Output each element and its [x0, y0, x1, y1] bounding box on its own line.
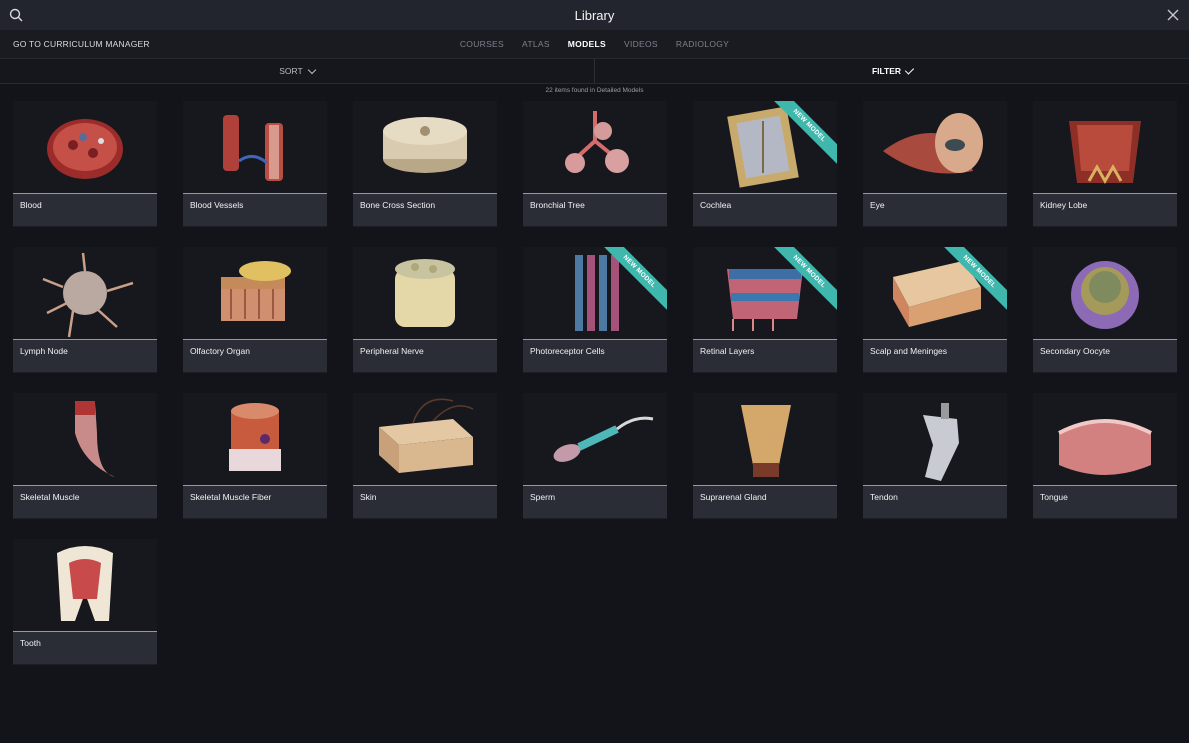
model-card-cochlea[interactable]: NEW MODEL Cochlea: [693, 101, 837, 227]
model-thumbnail: [1033, 101, 1177, 194]
model-card-label: Retinal Layers: [693, 340, 837, 372]
model-thumbnail: [353, 393, 497, 486]
model-card-label: Kidney Lobe: [1033, 194, 1177, 226]
model-card-bronchial-tree[interactable]: Bronchial Tree: [523, 101, 667, 227]
sort-button[interactable]: SORT: [0, 59, 594, 83]
results-count: 22 items found in Detailed Models: [545, 87, 644, 94]
model-thumbnail: [693, 393, 837, 486]
model-thumbnail: [863, 247, 1007, 340]
model-card-sperm[interactable]: Sperm: [523, 393, 667, 519]
model-card-label: Bronchial Tree: [523, 194, 667, 226]
model-card-suprarenal-gland[interactable]: Suprarenal Gland: [693, 393, 837, 519]
model-card-eye[interactable]: Eye: [863, 101, 1007, 227]
model-card-label: Skin: [353, 486, 497, 518]
model-card-bone-cross-section[interactable]: Bone Cross Section: [353, 101, 497, 227]
page-title: Library: [574, 7, 615, 23]
search-icon[interactable]: [8, 7, 24, 23]
title-bar: Library: [0, 0, 1189, 30]
model-thumbnail: [183, 101, 327, 194]
model-thumbnail: [13, 539, 157, 632]
checkmark-icon: [904, 64, 915, 75]
model-card-label: Secondary Oocyte: [1033, 340, 1177, 372]
model-thumbnail: [13, 101, 157, 194]
model-thumbnail: [1033, 393, 1177, 486]
model-thumbnail: [523, 101, 667, 194]
model-card-label: Olfactory Organ: [183, 340, 327, 372]
model-card-label: Eye: [863, 194, 1007, 226]
tab-models[interactable]: MODELS: [568, 39, 606, 49]
model-card-olfactory-organ[interactable]: Olfactory Organ: [183, 247, 327, 373]
model-card-kidney-lobe[interactable]: Kidney Lobe: [1033, 101, 1177, 227]
model-thumbnail: [13, 247, 157, 340]
model-card-retinal-layers[interactable]: NEW MODEL Retinal Layers: [693, 247, 837, 373]
model-card-label: Sperm: [523, 486, 667, 518]
model-card-label: Lymph Node: [13, 340, 157, 372]
model-card-label: Blood Vessels: [183, 194, 327, 226]
model-card-skeletal-muscle[interactable]: Skeletal Muscle: [13, 393, 157, 519]
sort-filter-bar: SORT FILTER: [0, 59, 1189, 84]
model-card-label: Bone Cross Section: [353, 194, 497, 226]
model-thumbnail: [693, 247, 837, 340]
nav-bar: GO TO CURRICULUM MANAGER COURSES ATLAS M…: [0, 30, 1189, 59]
model-card-skeletal-muscle-fiber[interactable]: Skeletal Muscle Fiber: [183, 393, 327, 519]
model-card-photoreceptor-cells[interactable]: NEW MODEL Photoreceptor Cells: [523, 247, 667, 373]
model-thumbnail: [353, 247, 497, 340]
model-thumbnail: [863, 393, 1007, 486]
model-thumbnail: [13, 393, 157, 486]
model-card-label: Scalp and Meninges: [863, 340, 1007, 372]
model-card-tongue[interactable]: Tongue: [1033, 393, 1177, 519]
model-thumbnail: [523, 247, 667, 340]
model-card-label: Tongue: [1033, 486, 1177, 518]
model-thumbnail: [353, 101, 497, 194]
model-card-tooth[interactable]: Tooth: [13, 539, 157, 665]
model-thumbnail: [183, 247, 327, 340]
model-grid: Blood Blood Vessels Bone Cross Section Bron…: [13, 101, 1177, 665]
library-tabs: COURSES ATLAS MODELS VIDEOS RADIOLOGY: [460, 39, 729, 49]
model-card-scalp-and-meninges[interactable]: NEW MODEL Scalp and Meninges: [863, 247, 1007, 373]
model-card-label: Tooth: [13, 632, 157, 664]
chevron-down-icon: [307, 65, 316, 74]
model-thumbnail: [1033, 247, 1177, 340]
model-card-label: Cochlea: [693, 194, 837, 226]
close-icon[interactable]: [1165, 7, 1181, 23]
model-card-label: Tendon: [863, 486, 1007, 518]
model-card-secondary-oocyte[interactable]: Secondary Oocyte: [1033, 247, 1177, 373]
filter-label: FILTER: [871, 66, 902, 76]
tab-videos[interactable]: VIDEOS: [624, 39, 658, 49]
tab-courses[interactable]: COURSES: [460, 39, 504, 49]
sort-label: SORT: [279, 66, 303, 76]
tab-atlas[interactable]: ATLAS: [522, 39, 550, 49]
model-card-peripheral-nerve[interactable]: Peripheral Nerve: [353, 247, 497, 373]
curriculum-manager-link[interactable]: GO TO CURRICULUM MANAGER: [13, 39, 150, 49]
filter-button[interactable]: FILTER: [595, 59, 1189, 83]
model-card-skin[interactable]: Skin: [353, 393, 497, 519]
model-thumbnail: [693, 101, 837, 194]
model-card-label: Skeletal Muscle: [13, 486, 157, 518]
model-thumbnail: [523, 393, 667, 486]
model-thumbnail: [863, 101, 1007, 194]
model-card-label: Suprarenal Gland: [693, 486, 837, 518]
model-card-tendon[interactable]: Tendon: [863, 393, 1007, 519]
model-card-blood[interactable]: Blood: [13, 101, 157, 227]
model-card-blood-vessels[interactable]: Blood Vessels: [183, 101, 327, 227]
tab-radiology[interactable]: RADIOLOGY: [676, 39, 729, 49]
model-card-label: Photoreceptor Cells: [523, 340, 667, 372]
model-card-label: Peripheral Nerve: [353, 340, 497, 372]
model-card-lymph-node[interactable]: Lymph Node: [13, 247, 157, 373]
model-thumbnail: [183, 393, 327, 486]
model-card-label: Skeletal Muscle Fiber: [183, 486, 327, 518]
model-card-label: Blood: [13, 194, 157, 226]
